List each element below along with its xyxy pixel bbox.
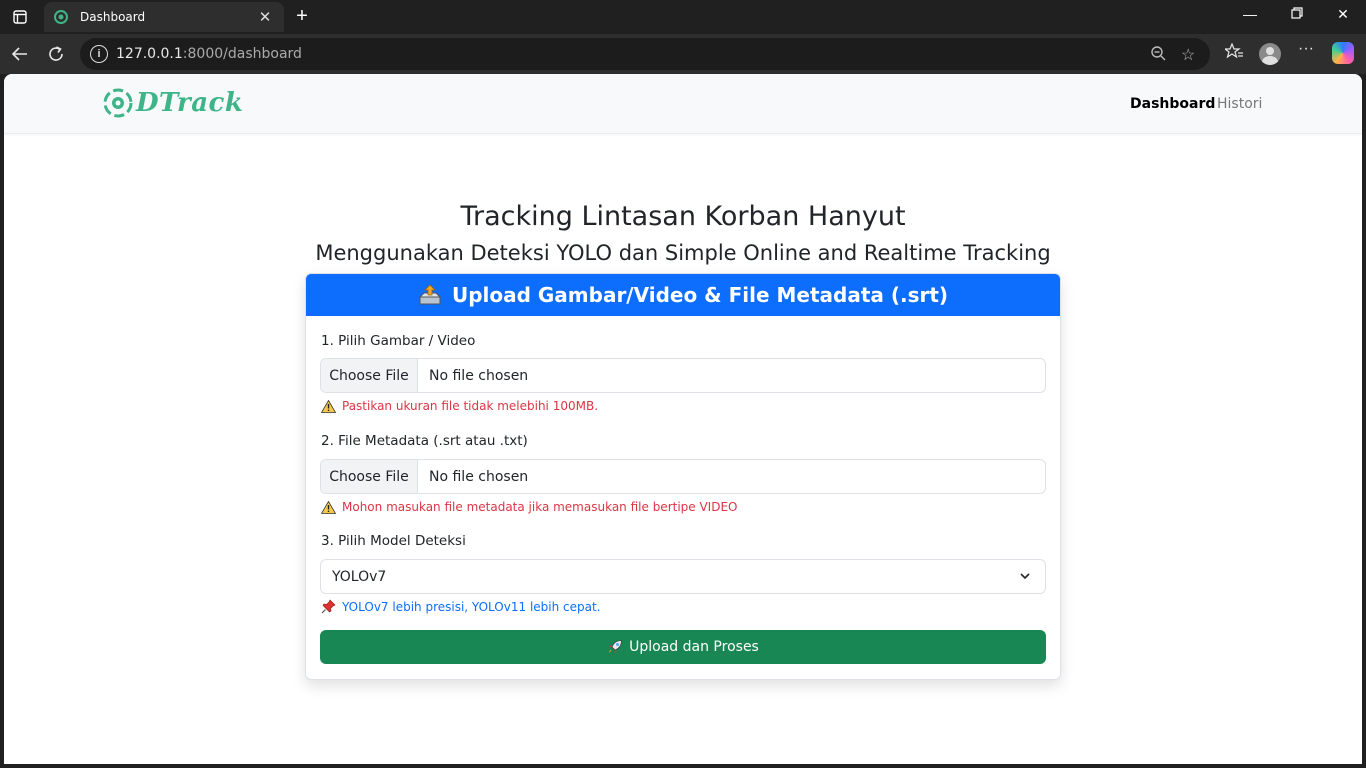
- metadata-file-input[interactable]: Choose File No file chosen: [320, 459, 1046, 494]
- upload-tray-icon: [418, 284, 442, 306]
- nav-link-histori[interactable]: Histori: [1217, 96, 1262, 112]
- metadata-file-name: No file chosen: [429, 468, 529, 485]
- new-tab-icon[interactable]: +: [291, 5, 313, 28]
- more-menu-icon[interactable]: ···: [1294, 40, 1318, 58]
- reload-icon[interactable]: [44, 42, 68, 66]
- site-info-icon[interactable]: i: [90, 45, 108, 63]
- model-select[interactable]: YOLOv7: [320, 559, 1046, 594]
- model-info-hint: YOLOv7 lebih presisi, YOLOv11 lebih cepa…: [321, 599, 601, 614]
- browser-title-bar: Dashboard ✕ + — ✕: [0, 0, 1366, 34]
- media-size-warning-text: Pastikan ukuran file tidak melebihi 100M…: [342, 399, 599, 413]
- browser-tab[interactable]: Dashboard ✕: [44, 2, 284, 32]
- tab-title: Dashboard: [80, 10, 146, 24]
- card-header-title: Upload Gambar/Video & File Metadata (.sr…: [451, 283, 949, 307]
- tab-close-icon[interactable]: ✕: [256, 8, 274, 26]
- profile-avatar[interactable]: [1259, 43, 1281, 65]
- media-file-label: 1. Pilih Gambar / Video: [321, 333, 476, 349]
- media-size-warning: Pastikan ukuran file tidak melebihi 100M…: [321, 399, 598, 413]
- bottom-edge: [0, 764, 1366, 768]
- restore-icon[interactable]: [1282, 6, 1312, 22]
- model-label: 3. Pilih Model Deteksi: [321, 533, 466, 549]
- brand-icon: [103, 88, 133, 118]
- model-select-value: YOLOv7: [332, 568, 387, 585]
- minimize-icon[interactable]: —: [1235, 6, 1265, 22]
- tab-favicon-icon: [54, 10, 68, 24]
- copilot-icon[interactable]: [1332, 42, 1354, 64]
- metadata-warning: Mohon masukan file metadata jika memasuk…: [321, 500, 738, 514]
- page-subtitle: Menggunakan Deteksi YOLO dan Simple Onli…: [315, 241, 1051, 265]
- rocket-icon: [609, 640, 623, 653]
- brand-name: DTrack: [136, 88, 244, 118]
- zoom-icon[interactable]: [1150, 45, 1166, 66]
- upload-process-button[interactable]: Upload dan Proses: [320, 630, 1046, 664]
- model-info-text: YOLOv7 lebih presisi, YOLOv11 lebih cepa…: [342, 599, 601, 614]
- warning-icon: [321, 500, 336, 514]
- page-viewport: DTrack Dashboard Histori Tracking Lintas…: [4, 74, 1362, 764]
- media-file-name: No file chosen: [429, 367, 529, 384]
- address-bar[interactable]: i 127.0.0.1:8000/dashboard ☆: [80, 38, 1210, 70]
- url-text: 127.0.0.1:8000/dashboard: [116, 46, 302, 62]
- pushpin-icon: [321, 599, 336, 614]
- favorite-star-icon[interactable]: ☆: [1181, 45, 1195, 65]
- media-choose-file-button[interactable]: Choose File: [321, 359, 418, 392]
- metadata-warning-text: Mohon masukan file metadata jika memasuk…: [342, 500, 738, 514]
- brand-logo[interactable]: DTrack: [102, 87, 243, 119]
- browser-toolbar: i 127.0.0.1:8000/dashboard ☆ ···: [0, 34, 1366, 74]
- page-title: Tracking Lintasan Korban Hanyut: [460, 201, 906, 232]
- card-header: Upload Gambar/Video & File Metadata (.sr…: [306, 274, 1060, 316]
- metadata-choose-file-button[interactable]: Choose File: [321, 460, 418, 493]
- back-icon[interactable]: [8, 42, 32, 66]
- site-navbar: DTrack Dashboard Histori: [4, 74, 1362, 134]
- favorites-icon[interactable]: [1222, 42, 1246, 64]
- nav-link-dashboard[interactable]: Dashboard: [1130, 96, 1215, 112]
- upload-process-label: Upload dan Proses: [629, 639, 759, 655]
- metadata-file-label: 2. File Metadata (.srt atau .txt): [321, 433, 528, 449]
- chevron-down-icon: [1020, 573, 1030, 580]
- close-window-icon[interactable]: ✕: [1328, 6, 1358, 23]
- media-file-input[interactable]: Choose File No file chosen: [320, 358, 1046, 393]
- warning-icon: [321, 399, 336, 413]
- upload-card: Upload Gambar/Video & File Metadata (.sr…: [305, 273, 1061, 680]
- tab-actions-icon[interactable]: [10, 8, 30, 26]
